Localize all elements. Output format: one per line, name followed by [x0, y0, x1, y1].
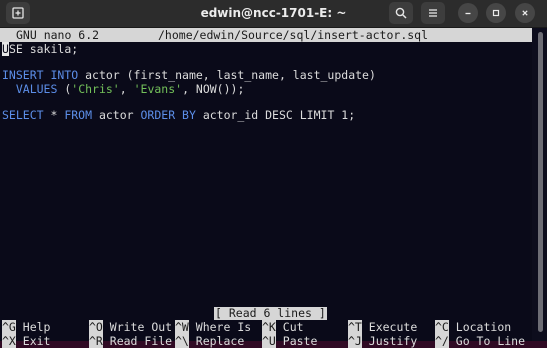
shortcut-label: Go To Line	[448, 334, 526, 348]
shortcut-key: ^/	[435, 334, 449, 348]
title-bar: edwin@ncc-1701-E: ~	[0, 0, 547, 28]
code-text: *	[43, 108, 65, 122]
close-button[interactable]	[515, 3, 535, 23]
code-line-1[interactable]: USE sakila;	[2, 42, 78, 56]
minimize-icon	[465, 12, 471, 15]
sql-keyword: VALUES	[15, 82, 58, 96]
code-text: actor (first_name, last_name, last_updat…	[78, 68, 376, 82]
shortcut-label: Where Is	[188, 320, 252, 334]
file-path: /home/edwin/Source/sql/insert-actor.sql	[158, 28, 429, 42]
shortcut-key: ^O	[89, 320, 103, 334]
shortcut-label: Replace	[188, 334, 245, 348]
search-icon	[395, 7, 407, 19]
shortcut-key: ^C	[435, 320, 449, 334]
shortcut-read-file[interactable]: ^R Read File	[89, 334, 172, 348]
new-tab-button[interactable]	[6, 2, 30, 24]
code-text: , NOW());	[182, 82, 245, 96]
sql-keyword: ORDER BY	[140, 108, 196, 122]
shortcut-exit[interactable]: ^X Exit	[2, 334, 50, 348]
shortcut-label: Location	[448, 320, 512, 334]
sql-keyword: FROM	[64, 108, 93, 122]
close-icon	[522, 10, 528, 16]
shortcut-key: ^G	[2, 320, 16, 334]
shortcut-help[interactable]: ^G Help	[2, 320, 50, 334]
shortcut-key: ^K	[262, 320, 276, 334]
shortcut-justify[interactable]: ^J Justify	[348, 334, 417, 348]
shortcut-location[interactable]: ^C Location	[435, 320, 511, 334]
code-line-4[interactable]: VALUES ('Chris', 'Evans', NOW());	[2, 82, 245, 96]
shortcut-write-out[interactable]: ^O Write Out	[89, 320, 172, 334]
shortcut-label: Write Out	[102, 320, 173, 334]
shortcut-key: ^R	[89, 334, 103, 348]
shortcut-key: ^W	[175, 320, 189, 334]
code-text: actor_id DESC LIMIT 1;	[195, 108, 356, 122]
shortcut-label: Read File	[102, 334, 173, 348]
shortcut-label: Justify	[361, 334, 418, 348]
maximize-icon	[492, 9, 500, 17]
search-button[interactable]	[389, 2, 413, 24]
shortcut-execute[interactable]: ^T Execute	[348, 320, 417, 334]
sql-keyword: INSERT INTO	[2, 68, 79, 82]
shortcut-key: ^X	[2, 334, 16, 348]
code-text: ,	[119, 82, 134, 96]
new-tab-icon	[12, 7, 24, 19]
shortcut-key: ^U	[262, 334, 276, 348]
shortcut-key: ^\	[175, 334, 189, 348]
scrollbar[interactable]	[532, 28, 547, 341]
code-text: (	[57, 82, 72, 96]
menu-icon	[429, 9, 437, 17]
terminal-area[interactable]: GNU nano 6.2 /home/edwin/Source/sql/inse…	[0, 28, 547, 348]
shortcut-cut[interactable]: ^K Cut	[262, 320, 304, 334]
shortcut-label: Help	[15, 320, 51, 334]
shortcut-replace[interactable]: ^\ Replace	[175, 334, 244, 348]
shortcut-paste[interactable]: ^U Paste	[262, 334, 317, 348]
text-cursor: U	[2, 42, 9, 56]
code-text: SE sakila;	[8, 42, 79, 56]
shortcut-label: Execute	[361, 320, 418, 334]
nano-header-bar: GNU nano 6.2 /home/edwin/Source/sql/inse…	[0, 28, 532, 42]
shortcut-key: ^T	[348, 320, 362, 334]
shortcut-label: Paste	[275, 334, 318, 348]
shortcut-label: Exit	[15, 334, 51, 348]
minimize-button[interactable]	[458, 3, 478, 23]
maximize-button[interactable]	[486, 3, 506, 23]
shortcut-where-is[interactable]: ^W Where Is	[175, 320, 251, 334]
shortcut-key: ^J	[348, 334, 362, 348]
status-message: [ Read 6 lines ]	[214, 306, 327, 320]
sql-keyword: SELECT	[2, 108, 44, 122]
nano-version: GNU nano 6.2	[16, 28, 100, 42]
sql-string: 'Evans'	[133, 82, 183, 96]
code-line-3[interactable]: INSERT INTO actor (first_name, last_name…	[2, 68, 376, 82]
code-line-6[interactable]: SELECT * FROM actor ORDER BY actor_id DE…	[2, 108, 355, 122]
sql-string: 'Chris'	[71, 82, 120, 96]
shortcut-label: Cut	[275, 320, 304, 334]
code-text: actor	[92, 108, 141, 122]
menu-button[interactable]	[421, 2, 445, 24]
shortcut-go-to-line[interactable]: ^/ Go To Line	[435, 334, 525, 348]
scrollbar-thumb[interactable]	[538, 32, 543, 332]
